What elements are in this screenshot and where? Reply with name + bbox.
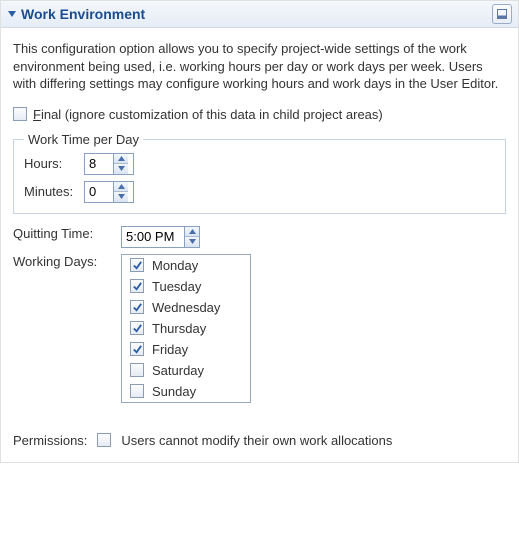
minutes-spinner[interactable] (84, 181, 134, 203)
panel-header: Work Environment (1, 1, 518, 28)
day-label: Saturday (152, 363, 204, 378)
hours-label: Hours: (24, 156, 84, 171)
description-text: This configuration option allows you to … (13, 40, 506, 93)
day-checkbox-saturday[interactable] (130, 363, 144, 377)
day-label: Monday (152, 258, 198, 273)
permissions-option-label: Users cannot modify their own work alloc… (121, 433, 392, 448)
hours-spin-buttons (113, 154, 128, 174)
permissions-checkbox[interactable] (97, 433, 111, 447)
day-item-thursday[interactable]: Thursday (122, 318, 250, 339)
panel-body: This configuration option allows you to … (1, 28, 518, 462)
working-days-list: Monday Tuesday Wednesday Thursday Friday Satu… (121, 254, 251, 403)
minutes-label: Minutes: (24, 184, 84, 199)
day-item-tuesday[interactable]: Tuesday (122, 276, 250, 297)
day-item-friday[interactable]: Friday (122, 339, 250, 360)
day-label: Tuesday (152, 279, 201, 294)
day-label: Friday (152, 342, 188, 357)
final-label-rest: inal (ignore customization of this data … (41, 107, 383, 122)
day-label: Thursday (152, 321, 206, 336)
quitting-time-down-button[interactable] (185, 236, 199, 247)
minutes-spin-buttons (113, 182, 128, 202)
collapse-icon[interactable] (7, 9, 17, 19)
day-label: Sunday (152, 384, 196, 399)
hours-spinner[interactable] (84, 153, 134, 175)
permissions-label: Permissions: (13, 433, 87, 448)
final-hotkey: F (33, 107, 41, 122)
minutes-down-button[interactable] (114, 191, 128, 202)
day-label: Wednesday (152, 300, 220, 315)
hours-up-button[interactable] (114, 154, 128, 164)
day-checkbox-thursday[interactable] (130, 321, 144, 335)
work-environment-panel: Work Environment This configuration opti… (0, 0, 519, 463)
work-time-fieldset: Work Time per Day Hours: Minutes: (13, 132, 506, 214)
restore-defaults-button[interactable] (492, 4, 512, 24)
day-item-saturday[interactable]: Saturday (122, 360, 250, 381)
quitting-time-row: Quitting Time: (13, 226, 506, 248)
final-checkbox-row: Final (ignore customization of this data… (13, 107, 506, 122)
quitting-time-up-button[interactable] (185, 227, 199, 237)
day-item-wednesday[interactable]: Wednesday (122, 297, 250, 318)
hours-down-button[interactable] (114, 163, 128, 174)
day-checkbox-tuesday[interactable] (130, 279, 144, 293)
minutes-input[interactable] (85, 182, 113, 202)
final-checkbox[interactable] (13, 107, 27, 121)
minutes-up-button[interactable] (114, 182, 128, 192)
day-checkbox-wednesday[interactable] (130, 300, 144, 314)
hours-input[interactable] (85, 154, 113, 174)
work-time-legend: Work Time per Day (24, 132, 143, 147)
quitting-time-input[interactable] (122, 227, 184, 247)
day-checkbox-sunday[interactable] (130, 384, 144, 398)
working-days-label: Working Days: (13, 254, 113, 269)
quitting-time-spin-buttons (184, 227, 199, 247)
day-item-sunday[interactable]: Sunday (122, 381, 250, 402)
working-days-row: Working Days: Monday Tuesday Wednesday Thur… (13, 254, 506, 403)
day-checkbox-monday[interactable] (130, 258, 144, 272)
panel-title: Work Environment (21, 6, 488, 22)
final-checkbox-label: Final (ignore customization of this data… (33, 107, 383, 122)
quitting-time-spinner[interactable] (121, 226, 200, 248)
day-checkbox-friday[interactable] (130, 342, 144, 356)
permissions-row: Permissions: Users cannot modify their o… (13, 433, 506, 448)
day-item-monday[interactable]: Monday (122, 255, 250, 276)
quitting-time-label: Quitting Time: (13, 226, 113, 241)
